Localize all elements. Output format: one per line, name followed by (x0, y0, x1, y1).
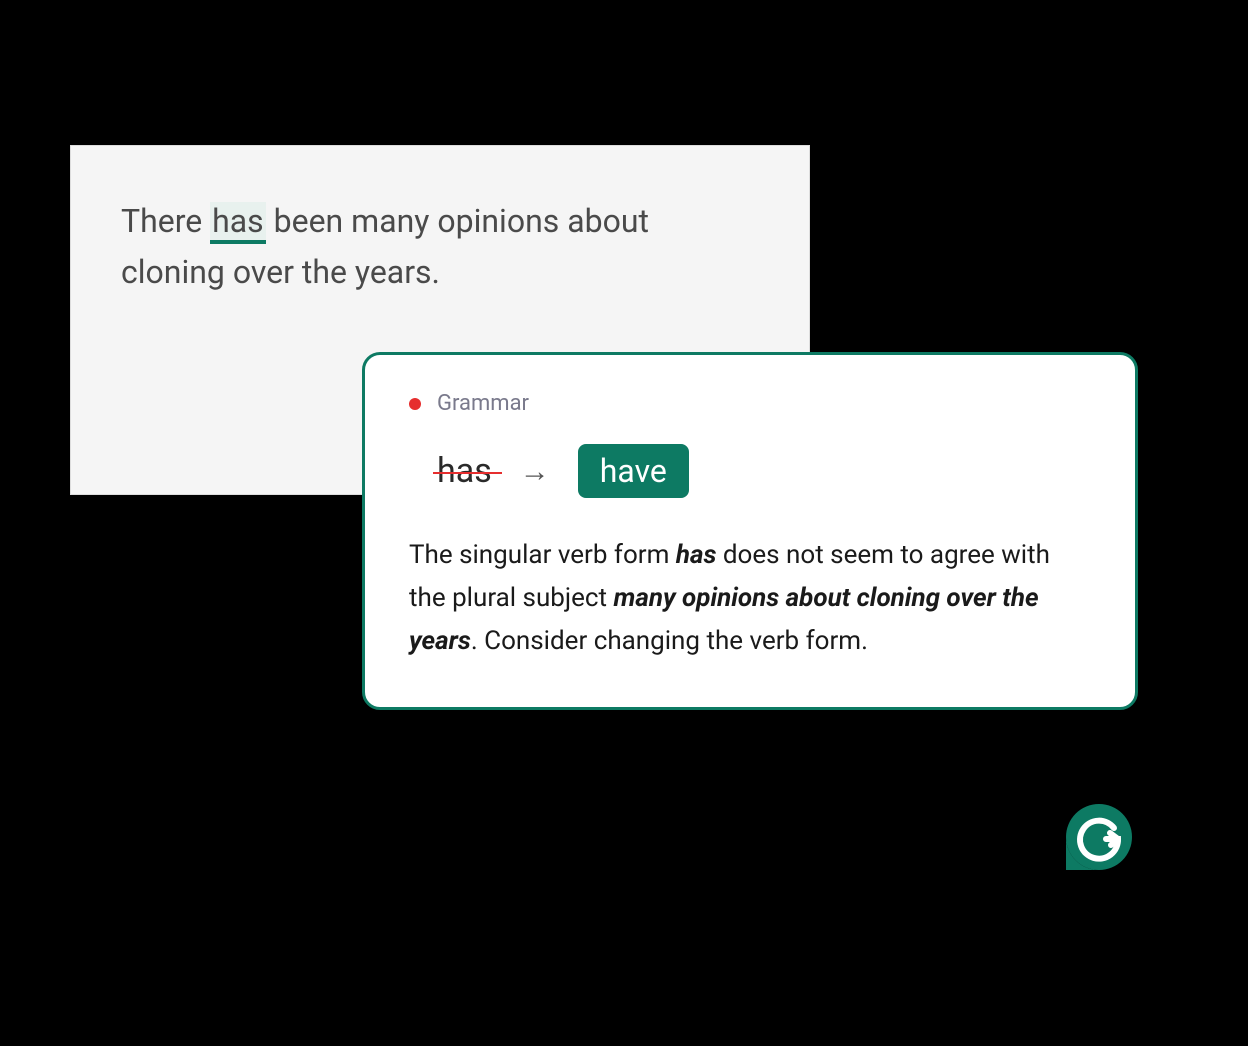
suggestion-explanation: The singular verb form has does not seem… (409, 534, 1091, 663)
suggestion-header: Grammar (409, 391, 1091, 416)
original-word: has (437, 451, 492, 491)
suggestion-card[interactable]: Grammar has → have The singular verb for… (362, 352, 1138, 710)
editor-text[interactable]: There has been many opinions about cloni… (121, 196, 759, 298)
explanation-text: The singular verb form (409, 540, 676, 570)
replacement-button[interactable]: have (578, 444, 689, 498)
highlighted-error-word[interactable]: has (210, 202, 266, 244)
error-indicator-icon (409, 398, 421, 410)
editor-text-before: There (121, 202, 210, 240)
arrow-right-icon: → (520, 454, 550, 489)
suggestion-category-label: Grammar (437, 391, 529, 416)
explanation-text: . Consider changing the verb form. (471, 626, 868, 656)
explanation-bold-verb: has (676, 540, 717, 570)
correction-row: has → have (437, 444, 1091, 498)
grammarly-logo-icon[interactable] (1064, 802, 1134, 872)
